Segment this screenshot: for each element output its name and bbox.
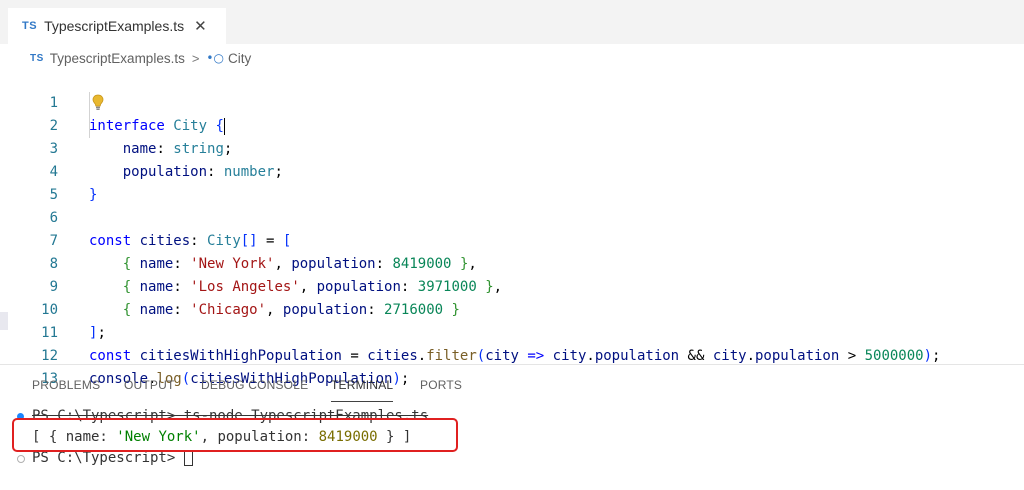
code-line: 4 } bbox=[0, 138, 1024, 203]
code-line: 7 { name: 'New York', population: 841900… bbox=[0, 207, 1024, 272]
active-tab-indicator bbox=[331, 401, 393, 402]
tab-ports[interactable]: PORTS bbox=[420, 378, 462, 392]
code-line: 2 name: string; bbox=[0, 92, 1024, 157]
code-editor[interactable]: 1 interface City { 2 name: string; 3 pop… bbox=[0, 69, 1024, 387]
tab-debug-console[interactable]: DEBUG CONSOLE bbox=[201, 378, 308, 392]
terminal-cursor bbox=[183, 450, 193, 466]
lightbulb-icon[interactable] bbox=[92, 94, 104, 112]
chevron-right-icon: > bbox=[191, 50, 200, 66]
tab-typescriptexamples[interactable]: TS TypescriptExamples.ts ✕ bbox=[8, 8, 226, 44]
terminal-prompt: PS C:\Typescript> bbox=[32, 450, 184, 466]
close-icon[interactable]: ✕ bbox=[194, 17, 207, 35]
command-pending-icon bbox=[17, 455, 25, 463]
code-line: 1 interface City { bbox=[0, 69, 1024, 135]
code-line: 12 console.log(citiesWithHighPopulation)… bbox=[0, 322, 1024, 387]
tab-label: TypescriptExamples.ts bbox=[44, 18, 185, 34]
panel-divider bbox=[0, 364, 1024, 365]
tab-terminal[interactable]: TERMINAL bbox=[331, 378, 393, 392]
interface-symbol-icon: •○ bbox=[206, 51, 224, 65]
typescript-file-icon: TS bbox=[30, 52, 44, 64]
code-line: 11 const citiesWithHighPopulation = citi… bbox=[0, 299, 1024, 364]
editor-tab-bar: TS TypescriptExamples.ts ✕ bbox=[0, 4, 1024, 44]
breadcrumb-symbol[interactable]: City bbox=[228, 51, 251, 66]
highlight-box bbox=[12, 418, 458, 452]
code-line: 3 population: number; bbox=[0, 115, 1024, 180]
tab-output[interactable]: OUTPUT bbox=[124, 378, 175, 392]
code-line: 5 bbox=[0, 161, 1024, 203]
editor-gutter-marker bbox=[0, 312, 8, 330]
code-line: 6 const cities: City[] = [ bbox=[0, 184, 1024, 249]
code-line: 10 ]; bbox=[0, 276, 1024, 341]
breadcrumb: TS TypescriptExamples.ts > •○ City bbox=[30, 48, 251, 68]
tab-problems[interactable]: PROBLEMS bbox=[32, 378, 100, 392]
code-line: 8 { name: 'Los Angeles', population: 397… bbox=[0, 230, 1024, 295]
panel-tab-bar: PROBLEMS OUTPUT DEBUG CONSOLE TERMINAL P… bbox=[0, 372, 1024, 402]
breadcrumb-file[interactable]: TypescriptExamples.ts bbox=[50, 51, 185, 66]
typescript-file-icon: TS bbox=[22, 20, 38, 32]
code-line: 9 { name: 'Chicago', population: 2716000… bbox=[0, 253, 1024, 318]
